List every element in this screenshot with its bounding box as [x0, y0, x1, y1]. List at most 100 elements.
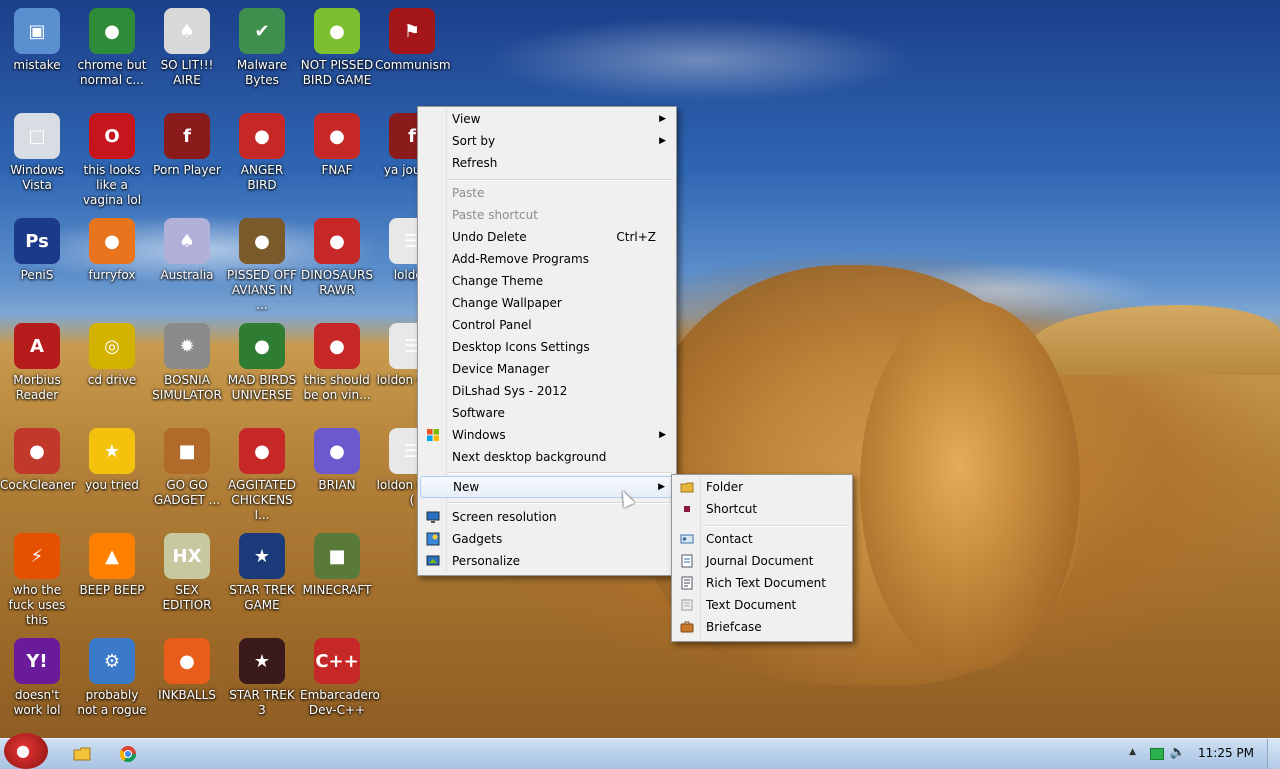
menu-item-label: Add-Remove Programs	[452, 252, 589, 266]
menu-item-label: Sort by	[452, 134, 496, 148]
menu-item-change-wallpaper[interactable]: Change Wallpaper	[420, 292, 674, 314]
desktop-icon[interactable]: ● INKBALLS	[150, 638, 224, 703]
desktop-icon[interactable]: Othis looks like a vagina lol	[75, 113, 149, 208]
menu-item-next-desktop-background[interactable]: Next desktop background	[420, 446, 674, 468]
app-icon: ●	[314, 218, 360, 264]
menu-item-windows[interactable]: Windows ▶	[420, 424, 674, 446]
volume-icon[interactable]: 🔈	[1170, 745, 1186, 760]
app-icon: ◎	[89, 323, 135, 369]
desktop-icon[interactable]: ● AGGITATED CHICKENS I...	[225, 428, 299, 523]
desktop-icon[interactable]: ● DINOSAURS RAWR	[300, 218, 374, 298]
menu-item-label: Software	[452, 406, 505, 420]
desktop-icon[interactable]: ● BRIAN	[300, 428, 374, 493]
desktop-icon-label: you tried	[85, 478, 139, 492]
desktop-icon[interactable]: ● PISSED OFF AVIANS IN ...	[225, 218, 299, 313]
menu-item-dilshad-sys[interactable]: DiLshad Sys - 2012	[420, 380, 674, 402]
menu-item-new-contact[interactable]: Contact	[674, 528, 850, 550]
menu-item-software[interactable]: Software	[420, 402, 674, 424]
desktop-icon[interactable]: ● CockCleaner	[0, 428, 76, 493]
app-icon: ●	[314, 113, 360, 159]
desktop-icon[interactable]: ■ MINECRAFT	[300, 533, 374, 598]
desktop-icon[interactable]: □ Windows Vista	[0, 113, 74, 193]
start-button[interactable]: ●	[4, 733, 48, 769]
menu-item-gadgets[interactable]: Gadgets	[420, 528, 674, 550]
app-icon: ▲	[89, 533, 135, 579]
app-icon: ●	[239, 428, 285, 474]
desktop-icon[interactable]: A Morbius Reader	[0, 323, 74, 403]
tray-overflow-icon[interactable]: ▲	[1129, 747, 1136, 757]
menu-item-new-text-document[interactable]: Text Document	[674, 594, 850, 616]
desktop-icon[interactable]: Y! doesn't work lol	[0, 638, 74, 718]
desktop-icon[interactable]: ♠ Australia	[150, 218, 224, 283]
taskbar-clock[interactable]: 11:25 PM	[1198, 746, 1254, 760]
desktop-icon-label: who the fuck uses this	[8, 583, 66, 627]
menu-item-new-shortcut[interactable]: Shortcut	[674, 498, 850, 520]
desktop-icon-label: this looks like a vagina lol	[82, 163, 142, 207]
desktop-icon[interactable]: ◎ cd drive	[75, 323, 149, 388]
menu-item-paste-shortcut: Paste shortcut	[420, 204, 674, 226]
menu-item-label: View	[452, 112, 481, 126]
menu-item-change-theme[interactable]: Change Theme	[420, 270, 674, 292]
folder-icon	[73, 747, 91, 761]
desktop-icon[interactable]: ♠ SO LIT!!! AIRE	[150, 8, 224, 88]
menu-item-label: Screen resolution	[452, 510, 557, 524]
menu-item-device-manager[interactable]: Device Manager	[420, 358, 674, 380]
desktop-icon-label: Embarcadero Dev-C++	[300, 688, 380, 717]
desktop-icon[interactable]: ★ STAR TREK GAME	[225, 533, 299, 613]
menu-item-control-panel[interactable]: Control Panel	[420, 314, 674, 336]
menu-item-new-journal-document[interactable]: Journal Document	[674, 550, 850, 572]
desktop-icon[interactable]: ⚡ who the fuck uses this	[0, 533, 74, 628]
taskbar-chrome-button[interactable]	[118, 744, 138, 764]
new-submenu: Folder Shortcut Contact Journal Document…	[671, 474, 853, 642]
desktop-icon-label: MINECRAFT	[302, 583, 372, 597]
desktop-icon[interactable]: ■ GO GO GADGET ...	[150, 428, 224, 508]
taskbar-explorer-button[interactable]	[72, 744, 92, 764]
folder-icon	[680, 482, 694, 493]
desktop-icon[interactable]: C++ Embarcadero Dev-C++	[300, 638, 380, 718]
desktop-icon[interactable]: ✹ BOSNIA SIMULATOR	[150, 323, 224, 403]
menu-item-desktop-icons-settings[interactable]: Desktop Icons Settings	[420, 336, 674, 358]
desktop-icon[interactable]: ● NOT PISSED BIRD GAME	[300, 8, 374, 88]
desktop-icon[interactable]: ● chrome but normal c...	[75, 8, 149, 88]
show-desktop-button[interactable]	[1267, 739, 1280, 769]
menu-item-view[interactable]: View ▶	[420, 108, 674, 130]
menu-separator	[448, 179, 672, 181]
menu-item-add-remove-programs[interactable]: Add-Remove Programs	[420, 248, 674, 270]
desktop-icon[interactable]: ⚑ Communism	[375, 8, 451, 73]
desktop-icon[interactable]: ● this should be on vin...	[300, 323, 374, 403]
menu-item-label: Device Manager	[452, 362, 550, 376]
app-icon: ●	[314, 428, 360, 474]
desktop-icon-label: Morbius Reader	[13, 373, 61, 402]
app-icon: ⚡	[14, 533, 60, 579]
menu-item-label: Refresh	[452, 156, 498, 170]
menu-item-undo-delete[interactable]: Undo Delete Ctrl+Z	[420, 226, 674, 248]
desktop-icon-label: PISSED OFF AVIANS IN ...	[227, 268, 297, 312]
desktop-icon[interactable]: Ps PeniS	[0, 218, 74, 283]
desktop-icon[interactable]: ● FNAF	[300, 113, 374, 178]
desktop-icon[interactable]: HX SEX EDITIOR	[150, 533, 224, 613]
desktop-icon[interactable]: ● ANGER BIRD	[225, 113, 299, 193]
menu-item-screen-resolution[interactable]: Screen resolution	[420, 506, 674, 528]
menu-item-label: Text Document	[706, 598, 797, 612]
desktop-icon[interactable]: ▲ BEEP BEEP	[75, 533, 149, 598]
menu-item-new-rich-text-document[interactable]: Rich Text Document	[674, 572, 850, 594]
desktop-icon[interactable]: ● furryfox	[75, 218, 149, 283]
desktop-icon[interactable]: ★ you tried	[75, 428, 149, 493]
menu-item-sort-by[interactable]: Sort by ▶	[420, 130, 674, 152]
desktop-icon-label: BEEP BEEP	[79, 583, 145, 597]
menu-item-refresh[interactable]: Refresh	[420, 152, 674, 174]
menu-item-new[interactable]: New ▶	[420, 476, 674, 498]
desktop-icon[interactable]: f Porn Player	[150, 113, 224, 178]
menu-item-new-briefcase[interactable]: Briefcase	[674, 616, 850, 638]
desktop-icon[interactable]: ✔ Malware Bytes	[225, 8, 299, 88]
app-icon: ●	[239, 113, 285, 159]
desktop-icon[interactable]: ⚙ probably not a rogue	[75, 638, 149, 718]
desktop-icon[interactable]: ● MAD BIRDS UNIVERSE	[225, 323, 299, 403]
menu-item-personalize[interactable]: Personalize	[420, 550, 674, 572]
shortcut-icon	[684, 506, 690, 512]
desktop-icon[interactable]: ★ STAR TREK 3	[225, 638, 299, 718]
menu-item-new-folder[interactable]: Folder	[674, 476, 850, 498]
desktop-icon-label: PeniS	[20, 268, 54, 282]
network-icon[interactable]	[1150, 748, 1164, 760]
desktop-icon[interactable]: ▣ mistake	[0, 8, 74, 73]
